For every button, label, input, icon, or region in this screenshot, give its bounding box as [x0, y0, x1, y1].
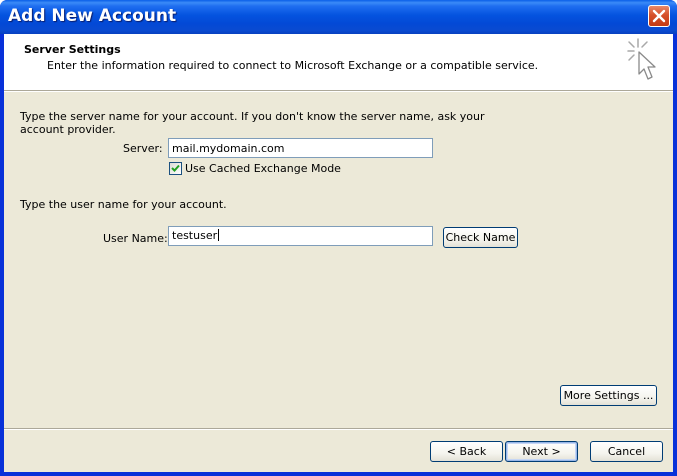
server-instruction-line2: account provider.	[20, 123, 116, 136]
more-settings-button[interactable]: More Settings ...	[560, 385, 657, 406]
username-label: User Name:	[103, 232, 168, 245]
username-instruction: Type the user name for your account.	[20, 198, 227, 211]
wizard-sparkle-cursor-icon	[627, 38, 656, 80]
header-title: Server Settings	[24, 43, 121, 56]
server-label: Server:	[123, 142, 163, 155]
wizard-header: Server Settings Enter the information re…	[4, 34, 673, 91]
dialog-client-area: Server Settings Enter the information re…	[4, 34, 673, 472]
title-bar[interactable]: Add New Account	[0, 0, 677, 34]
server-instruction-line1: Type the server name for your account. I…	[20, 110, 485, 123]
close-button[interactable]	[648, 5, 670, 27]
username-input[interactable]: testuser	[168, 226, 433, 246]
footer-divider	[4, 428, 673, 430]
next-button[interactable]: Next >	[505, 441, 578, 462]
cached-mode-checkbox[interactable]	[169, 162, 182, 175]
close-x-icon	[652, 9, 666, 23]
header-subtitle: Enter the information required to connec…	[47, 59, 539, 72]
window-title: Add New Account	[8, 6, 177, 26]
cancel-button[interactable]: Cancel	[590, 441, 663, 462]
cached-mode-label[interactable]: Use Cached Exchange Mode	[185, 162, 341, 175]
username-value: testuser	[172, 229, 218, 242]
back-button[interactable]: < Back	[430, 441, 503, 462]
check-name-button[interactable]: Check Name	[443, 227, 518, 248]
text-cursor	[218, 229, 220, 241]
add-new-account-dialog: Add New Account Server Settings Enter th…	[0, 0, 677, 476]
server-input[interactable]	[168, 138, 433, 158]
checkmark-icon	[171, 164, 180, 172]
